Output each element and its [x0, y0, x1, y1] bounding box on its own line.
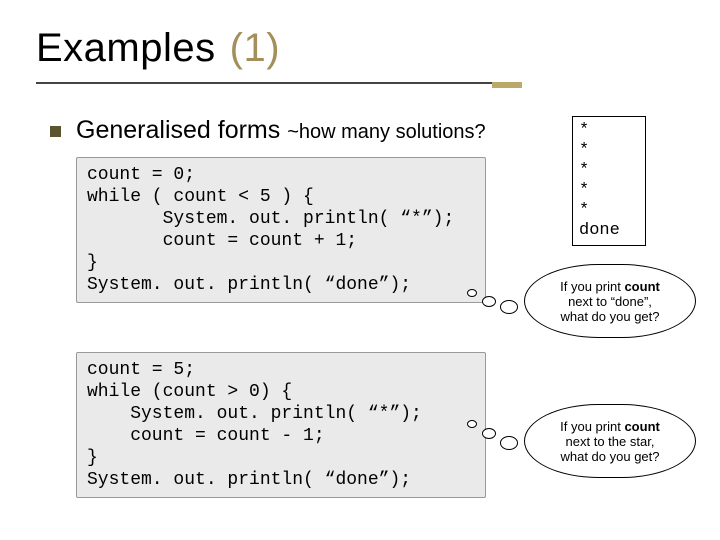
title-accent: [492, 82, 522, 88]
bullet-icon: [50, 126, 61, 137]
code2-l4: }: [87, 448, 98, 468]
t2-line3: what do you get?: [560, 449, 659, 464]
out-l2: *: [579, 161, 589, 180]
code2-l1: while (count > 0) {: [87, 382, 292, 402]
code1-l0: count = 0;: [87, 165, 195, 185]
title-underline: [36, 82, 492, 84]
thought-tail-icon: [482, 428, 496, 439]
out-l4: *: [579, 201, 589, 220]
out-l1: *: [579, 141, 589, 160]
code2-l0: count = 5;: [87, 360, 195, 380]
slide: Examples (1) Generalised forms ~how many …: [0, 0, 720, 540]
subhead-lead: Generalised forms: [76, 116, 287, 144]
t2-line2: next to the star,: [566, 434, 655, 449]
thought-tail-icon: [500, 436, 518, 450]
code1-l5: System. out. println( “done”);: [87, 275, 411, 295]
thought-tail-icon: [467, 420, 477, 428]
t2-bold: count: [624, 419, 659, 434]
subhead-tail: ~how many solutions?: [287, 121, 485, 143]
out-l5: done: [579, 221, 620, 240]
output-box: * * * * * done: [572, 116, 646, 246]
code-block-1: count = 0; while ( count < 5 ) { System.…: [76, 157, 486, 303]
t1-line2: next to “done”,: [568, 294, 652, 309]
code2-l5: System. out. println( “done”);: [87, 470, 411, 490]
code1-l3: count = count + 1;: [87, 231, 357, 251]
thought-tail-icon: [482, 296, 496, 307]
code2-l3: count = count - 1;: [87, 426, 325, 446]
title-main: Examples: [36, 26, 216, 70]
code1-l4: }: [87, 253, 98, 273]
t1-bold: count: [624, 279, 659, 294]
out-l3: *: [579, 181, 589, 200]
title-paren: (1): [230, 26, 280, 70]
thought-bubble-2: If you print count next to the star, wha…: [524, 404, 696, 478]
subheading: Generalised forms ~how many solutions?: [76, 116, 486, 145]
slide-title: Examples (1): [36, 26, 280, 71]
code-block-2: count = 5; while (count > 0) { System. o…: [76, 352, 486, 498]
t2-pre: If you print: [560, 419, 624, 434]
thought-tail-icon: [500, 300, 518, 314]
code1-l2: System. out. println( “*”);: [87, 209, 454, 229]
code1-l1: while ( count < 5 ) {: [87, 187, 314, 207]
out-l0: *: [579, 121, 589, 140]
thought-bubble-1: If you print count next to “done”, what …: [524, 264, 696, 338]
t1-pre: If you print: [560, 279, 624, 294]
thought-tail-icon: [467, 289, 477, 297]
t1-line3: what do you get?: [560, 309, 659, 324]
code2-l2: System. out. println( “*”);: [87, 404, 422, 424]
